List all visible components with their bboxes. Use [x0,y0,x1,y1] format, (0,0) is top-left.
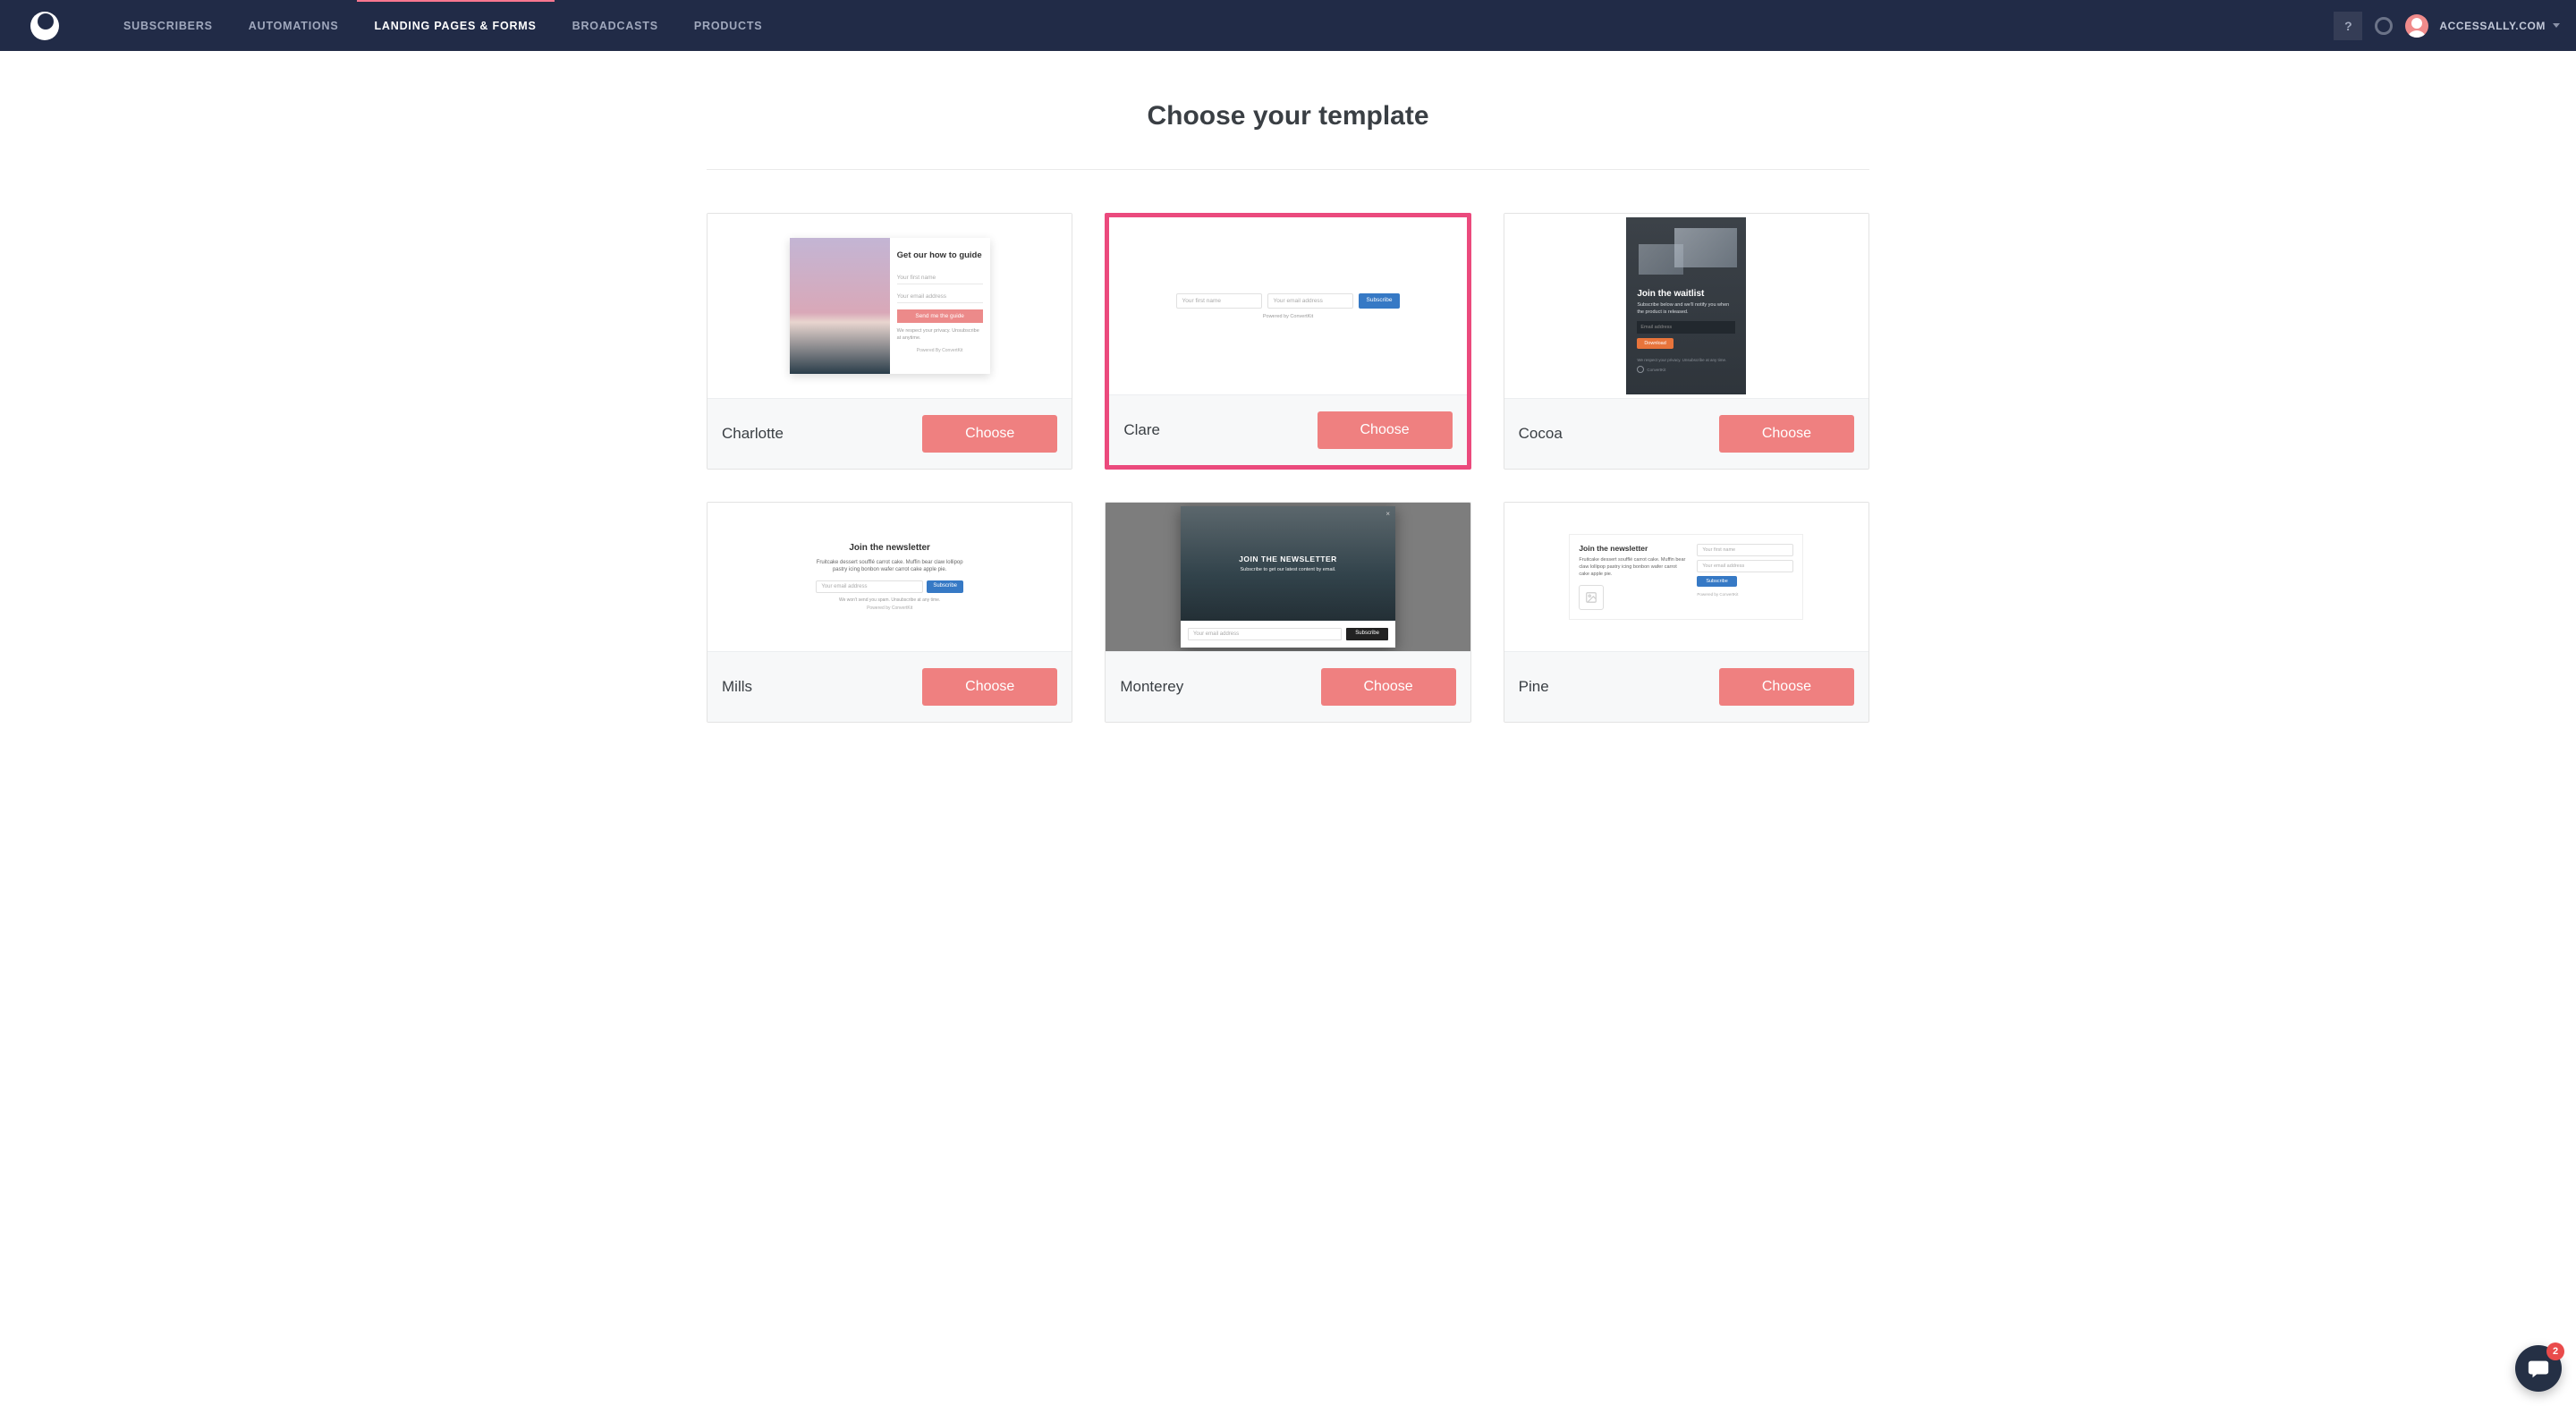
template-name: Charlotte [722,425,784,443]
preview-field: Your email address [816,580,923,593]
template-preview[interactable]: JOIN THE NEWSLETTER Subscribe to get our… [1106,503,1470,651]
preview-field: Your email address [1697,560,1793,572]
template-card-charlotte: Get our how to guide Your first name You… [707,213,1072,470]
chat-icon [2527,1357,2550,1380]
nav-landing-pages-forms[interactable]: LANDING PAGES & FORMS [357,0,555,51]
choose-button[interactable]: Choose [922,415,1057,453]
nav-products[interactable]: PRODUCTS [676,0,781,51]
choose-button[interactable]: Choose [922,668,1057,706]
preview-sub: Fruitcake dessert soufflé carrot cake. M… [1579,557,1688,578]
template-name: Mills [722,678,752,696]
mock-charlotte: Get our how to guide Your first name You… [790,238,990,374]
preview-panel: Get our how to guide Your first name You… [890,238,990,374]
nav-broadcasts[interactable]: BROADCASTS [555,0,676,51]
nav-links: SUBSCRIBERS AUTOMATIONS LANDING PAGES & … [106,0,2334,51]
main-content: Choose your template Get our how to guid… [698,51,1878,723]
template-card-mills: Join the newsletter Fruitcake dessert so… [707,502,1072,723]
template-preview[interactable]: Your first name Your email address Subsc… [1109,217,1466,394]
mock-pine: Join the newsletter Fruitcake dessert so… [1569,534,1803,619]
template-card-pine: Join the newsletter Fruitcake dessert so… [1504,502,1869,723]
preview-button: Download [1637,338,1673,349]
template-grid: Get our how to guide Your first name You… [707,213,1869,723]
template-name: Cocoa [1519,425,1563,443]
preview-sub: Subscribe to get our latest content by e… [1240,567,1335,572]
preview-field: Your email address [897,291,983,303]
choose-button[interactable]: Choose [1719,668,1854,706]
chevron-down-icon[interactable] [2553,23,2560,28]
status-circle-icon[interactable] [2375,17,2393,35]
preview-powered-by: Powered by ConvertKit [806,606,974,611]
card-footer: Charlotte Choose [708,398,1072,469]
mock-mills: Join the newsletter Fruitcake dessert so… [792,529,988,626]
choose-button[interactable]: Choose [1321,668,1456,706]
mock-monterey: JOIN THE NEWSLETTER Subscribe to get our… [1181,506,1395,648]
divider [707,169,1869,170]
card-footer: Cocoa Choose [1504,398,1868,469]
preview-disclaimer: We won't send you spam. Unsubscribe at a… [806,597,974,603]
choose-button[interactable]: Choose [1719,415,1854,453]
preview-sub: Fruitcake dessert soufflé carrot cake. M… [806,559,974,574]
template-name: Monterey [1120,678,1183,696]
preview-heading: Get our how to guide [897,250,983,261]
preview-field: Your first name [897,272,983,284]
preview-button: Subscribe [927,580,963,593]
preview-field: Email address [1637,321,1735,334]
preview-field: Your first name [1697,544,1793,556]
preview-button: Subscribe [1346,628,1388,640]
image-placeholder-icon [1579,585,1604,610]
template-card-monterey: JOIN THE NEWSLETTER Subscribe to get our… [1105,502,1470,723]
card-footer: Clare Choose [1109,394,1466,465]
chat-launcher[interactable]: 2 [2515,1345,2562,1392]
chat-badge: 2 [2546,1342,2564,1360]
preview-button: Subscribe [1359,293,1401,309]
preview-field: Your email address [1188,628,1342,640]
help-button[interactable]: ? [2334,12,2362,40]
card-footer: Mills Choose [708,651,1072,722]
template-preview[interactable]: Join the newsletter Fruitcake dessert so… [1504,503,1868,651]
preview-powered-by: Powered by ConvertKit [1161,314,1415,319]
preview-heading: Join the newsletter [1579,544,1688,553]
template-preview[interactable]: Join the waitlist Subscribe below and we… [1504,214,1868,398]
preview-sub: Subscribe below and we'll notify you whe… [1637,302,1735,316]
mock-clare: Your first name Your email address Subsc… [1161,293,1415,319]
account-menu[interactable]: ACCESSALLY.COM [2439,20,2546,32]
preview-field: Your first name [1176,293,1262,309]
preview-disclaimer: We respect your privacy. Unsubscribe at … [897,328,983,342]
mock-cocoa: Join the waitlist Subscribe below and we… [1626,217,1746,394]
page-title: Choose your template [707,51,1869,169]
preview-heading: Join the newsletter [806,543,974,553]
nav-subscribers[interactable]: SUBSCRIBERS [106,0,231,51]
logo-icon[interactable] [30,12,59,40]
preview-field: Your email address [1267,293,1353,309]
card-footer: Monterey Choose [1106,651,1470,722]
nav-right: ? ACCESSALLY.COM [2334,12,2560,40]
template-card-clare: Your first name Your email address Subsc… [1105,213,1470,470]
template-card-cocoa: Join the waitlist Subscribe below and we… [1504,213,1869,470]
top-nav: SUBSCRIBERS AUTOMATIONS LANDING PAGES & … [0,0,2576,51]
card-footer: Pine Choose [1504,651,1868,722]
preview-powered-by: Powered by ConvertKit [1697,592,1793,597]
template-preview[interactable]: Get our how to guide Your first name You… [708,214,1072,398]
template-preview[interactable]: Join the newsletter Fruitcake dessert so… [708,503,1072,651]
preview-button: Send me the guide [897,309,983,323]
nav-automations[interactable]: AUTOMATIONS [231,0,357,51]
preview-heading: Join the waitlist [1637,289,1735,299]
preview-powered-by: ConvertKit [1637,366,1735,373]
choose-button[interactable]: Choose [1318,411,1453,449]
avatar-icon[interactable] [2405,14,2428,38]
template-name: Pine [1519,678,1549,696]
preview-button: Subscribe [1697,576,1736,587]
preview-disclaimer: We respect your privacy. Unsubscribe at … [1637,358,1735,362]
preview-heading: JOIN THE NEWSLETTER [1239,555,1337,563]
template-name: Clare [1123,421,1160,439]
preview-image [790,238,890,374]
preview-powered-by: Powered By ConvertKit [897,348,983,353]
